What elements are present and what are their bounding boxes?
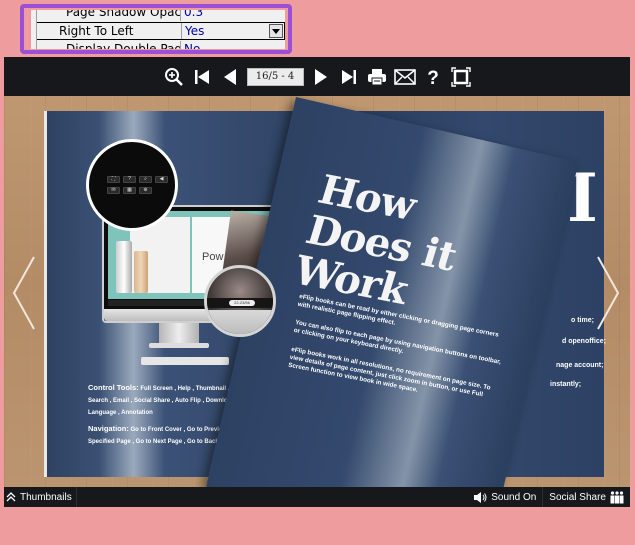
previous-page-arrow[interactable]: [8, 253, 36, 333]
thumbnails-button[interactable]: Thumbnails: [6, 487, 77, 507]
svg-text:?: ?: [427, 68, 439, 87]
double-chevron-up-icon: [6, 492, 16, 502]
fullscreen-icon: ⛶: [107, 176, 120, 183]
speaker-icon: [474, 491, 487, 503]
magnified-chin: [207, 310, 273, 334]
navigation-label: Navigation:: [88, 424, 129, 433]
screen-heading: Pow: [202, 251, 224, 263]
search-icon: ⌕: [139, 176, 152, 183]
monitor-stand-base: [149, 343, 209, 348]
previous-icon: [223, 68, 236, 85]
property-name: Page Shadow Opacity: [31, 10, 181, 21]
next-icon: [314, 68, 327, 85]
right-page-snippet: nage account;: [556, 362, 604, 369]
property-name: Right To Left: [32, 23, 182, 39]
property-row[interactable]: Page Shadow Opacity 0.3: [31, 10, 285, 21]
dropdown-arrow-icon[interactable]: [269, 24, 283, 38]
sound-toggle-button[interactable]: Sound On: [468, 487, 542, 507]
bottle-image: [116, 241, 132, 293]
social-share-label: Social Share: [549, 491, 606, 503]
fullscreen-icon: [450, 66, 471, 87]
people-icon: [610, 490, 624, 503]
magnified-page-field: 22-23/56: [229, 300, 255, 306]
viewer-toolbar: 16/5 - 4 ?: [4, 57, 630, 96]
property-row-selected[interactable]: Right To Left Yes: [31, 22, 285, 40]
chevron-left-icon: [12, 256, 35, 330]
flipbook-viewer: I o time; d openoffice; nage account; in…: [4, 57, 630, 507]
right-page-snippet: instantly;: [550, 381, 582, 388]
control-tools-label: Control Tools:: [88, 383, 139, 392]
print-button[interactable]: [364, 64, 390, 90]
page-number-input[interactable]: 16/5 - 4: [246, 67, 304, 86]
zoom-in-icon: [164, 67, 183, 86]
chevron-right-icon: [597, 256, 620, 330]
print-icon: [367, 68, 386, 85]
first-page-icon: [194, 69, 209, 84]
sound-label: Sound On: [491, 491, 537, 503]
property-grid: Page Shadow Opacity 0.3 Right To Left Ye…: [31, 10, 285, 49]
help-icon: ?: [427, 68, 439, 87]
right-page-snippet: o time;: [571, 317, 594, 324]
previous-page-button[interactable]: [217, 64, 243, 90]
monitor-stand: [159, 323, 199, 345]
thumbnails-label: Thumbnails: [20, 491, 72, 503]
pagebar-magnifier: 22-23/56: [204, 265, 276, 337]
zoom-in-button[interactable]: [161, 64, 187, 90]
property-value: Yes: [185, 24, 205, 38]
sound-icon: ◀: [155, 176, 168, 183]
right-page-snippet: d openoffice;: [562, 338, 606, 345]
property-value[interactable]: No: [181, 41, 285, 49]
email-icon: ✉: [107, 187, 120, 194]
property-value[interactable]: 0.3: [181, 10, 285, 21]
last-page-icon: [341, 69, 356, 84]
fullscreen-button[interactable]: [448, 64, 474, 90]
property-row[interactable]: Display Double Pages No: [31, 41, 285, 49]
viewer-bottom-bar: Thumbnails Sound On Social Share: [4, 487, 630, 507]
thumbnails-icon: ▦: [123, 187, 136, 194]
email-icon: [393, 68, 416, 85]
keyboard-illustration: [141, 357, 229, 365]
zoom-icon: ⊕: [139, 187, 152, 194]
property-name: Display Double Pages: [31, 41, 181, 49]
grid-gutter: [31, 10, 37, 49]
bottle-image: [134, 251, 148, 293]
toolbar-magnifier: ⛶ ? ⌕ ◀ ✉ ▦ ⊕: [86, 139, 178, 231]
last-page-button[interactable]: [336, 64, 362, 90]
email-button[interactable]: [392, 64, 418, 90]
next-page-arrow[interactable]: [596, 253, 624, 333]
property-value-select[interactable]: Yes: [182, 23, 284, 39]
next-page-button[interactable]: [308, 64, 334, 90]
first-page-button[interactable]: [189, 64, 215, 90]
property-grid-highlight: Page Shadow Opacity 0.3 Right To Left Ye…: [20, 4, 292, 54]
help-icon: ?: [123, 176, 136, 183]
social-share-button[interactable]: Social Share: [542, 487, 630, 507]
help-button[interactable]: ?: [420, 64, 446, 90]
